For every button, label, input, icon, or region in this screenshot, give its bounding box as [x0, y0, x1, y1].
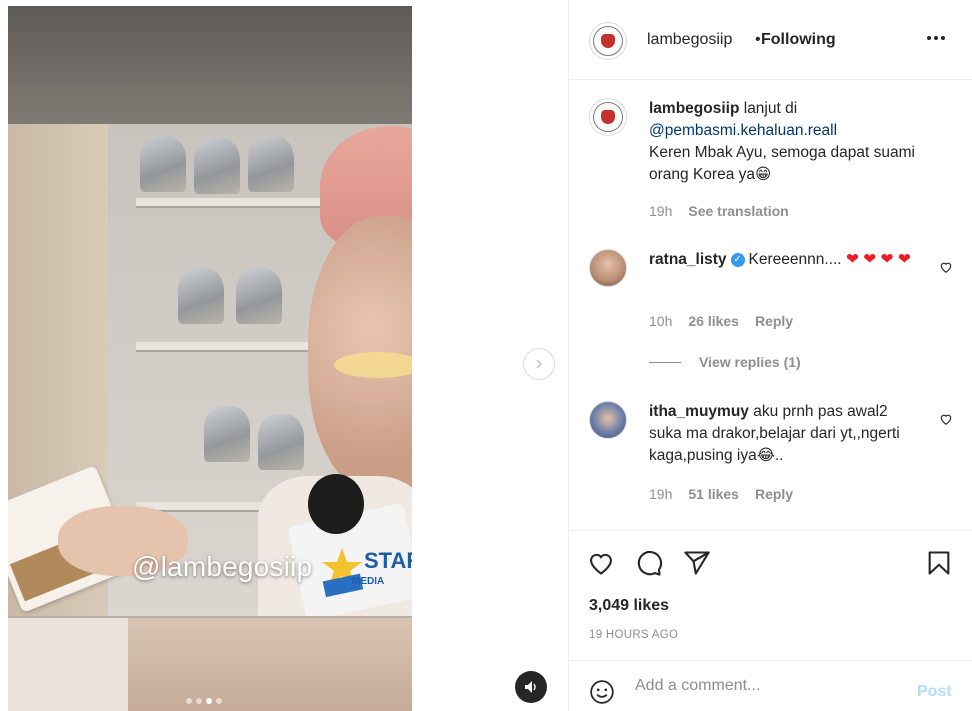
- header-separator: •: [755, 31, 761, 48]
- comment-button[interactable]: [635, 549, 663, 582]
- shoe: [204, 406, 250, 462]
- shoe: [236, 268, 282, 324]
- shelf-board: [136, 342, 326, 352]
- bookmark-icon: [928, 551, 950, 575]
- star-logo-text: STAR: [364, 548, 412, 573]
- avatar[interactable]: [589, 401, 627, 439]
- caption-username[interactable]: lambegosiip: [649, 100, 739, 117]
- post-video[interactable]: @lambegosiip STAR MEDIA: [8, 6, 412, 711]
- comment-username[interactable]: ratna_listy: [649, 251, 727, 268]
- likes-count[interactable]: 3,049 likes: [589, 597, 669, 615]
- microphone: [308, 474, 364, 534]
- caption-text: lambegosiip lanjut di @pembasmi.kehaluan…: [649, 98, 919, 186]
- smiley-icon: [590, 680, 614, 704]
- post-header: lambegosiip • Following: [569, 0, 972, 80]
- shoe: [140, 136, 186, 192]
- post-timestamp[interactable]: 19 HOURS AGO: [589, 629, 678, 641]
- verified-badge-icon: ✓: [730, 252, 745, 267]
- star-logo-subtext: MEDIA: [352, 576, 385, 587]
- avatar[interactable]: [589, 249, 627, 287]
- comment-icon: [637, 550, 662, 576]
- lower-box: [8, 616, 128, 711]
- speaker-icon: [525, 681, 536, 693]
- sound-toggle-button[interactable]: [515, 671, 547, 703]
- following-button[interactable]: Following: [761, 31, 836, 49]
- heart-outline-icon: [940, 414, 952, 425]
- more-horizontal-icon: [927, 36, 945, 40]
- background-wall: [8, 6, 412, 124]
- caption-text-before: lanjut di: [739, 100, 798, 117]
- heart-outline-icon: [940, 262, 952, 273]
- comment-text: itha_muymuy aku prnh pas awal2 suka ma d…: [649, 401, 919, 467]
- post-actions: 3,049 likes 19 HOURS AGO: [569, 530, 972, 660]
- add-comment-bar: Post: [569, 660, 972, 711]
- avatar[interactable]: [589, 22, 627, 60]
- carousel-dot: [216, 698, 222, 704]
- carousel-dot: [196, 698, 202, 704]
- caption-mention[interactable]: @pembasmi.kehaluan.reall: [649, 122, 837, 139]
- frame-divider: [8, 616, 412, 618]
- emoji-button[interactable]: [589, 679, 615, 710]
- carousel-indicator: [186, 698, 222, 704]
- caption-time[interactable]: 19h: [649, 203, 672, 219]
- next-media-button[interactable]: [523, 348, 555, 380]
- carousel-dot-active: [206, 698, 212, 704]
- shoe: [248, 136, 294, 192]
- comment-likes[interactable]: 26 likes: [688, 313, 739, 329]
- reply-button[interactable]: Reply: [755, 313, 793, 329]
- replies-line: [649, 361, 681, 363]
- comment-username[interactable]: itha_muymuy: [649, 403, 749, 420]
- view-replies-label: View replies (1): [699, 354, 801, 370]
- see-translation-link[interactable]: See translation: [688, 203, 788, 219]
- eye-patch: [334, 352, 412, 378]
- post-details-panel: lambegosiip • Following lambegosiip lanj…: [568, 0, 972, 711]
- comment-text: ratna_listy ✓ Kereeennn.... ❤ ❤ ❤ ❤: [649, 249, 919, 271]
- heart-emojis: ❤ ❤ ❤ ❤: [845, 251, 911, 268]
- view-replies-button[interactable]: View replies (1): [649, 354, 801, 370]
- comment-meta: 10h 26 likes Reply: [649, 313, 793, 329]
- media-panel: @lambegosiip STAR MEDIA: [0, 0, 568, 711]
- like-button[interactable]: [587, 549, 615, 582]
- comment-body: Kereeennn....: [748, 251, 842, 268]
- post-button[interactable]: Post: [917, 683, 952, 701]
- comment-likes[interactable]: 51 likes: [688, 486, 739, 502]
- comment-input[interactable]: [635, 673, 895, 699]
- send-icon: [684, 551, 710, 575]
- caption-meta: 19h See translation: [649, 203, 789, 219]
- reply-button[interactable]: Reply: [755, 486, 793, 502]
- like-comment-button[interactable]: [939, 412, 953, 431]
- shoe: [194, 138, 240, 194]
- chevron-right-icon: [536, 359, 543, 369]
- share-button[interactable]: [683, 549, 711, 582]
- shoe: [258, 414, 304, 470]
- video-watermark: @lambegosiip: [132, 551, 313, 582]
- comment-time[interactable]: 19h: [649, 486, 672, 502]
- comment-meta: 19h 51 likes Reply: [649, 486, 793, 502]
- header-username[interactable]: lambegosiip: [647, 31, 732, 49]
- comment-time[interactable]: 10h: [649, 313, 672, 329]
- caption-text-after: Keren Mbak Ayu, semoga dapat suami orang…: [649, 144, 915, 183]
- like-comment-button[interactable]: [939, 260, 953, 279]
- more-options-button[interactable]: [924, 26, 948, 56]
- carousel-dot: [186, 698, 192, 704]
- shelf-board: [136, 198, 326, 208]
- avatar[interactable]: [589, 98, 627, 136]
- heart-icon: [590, 553, 612, 575]
- save-button[interactable]: [925, 549, 953, 582]
- shoe: [178, 268, 224, 324]
